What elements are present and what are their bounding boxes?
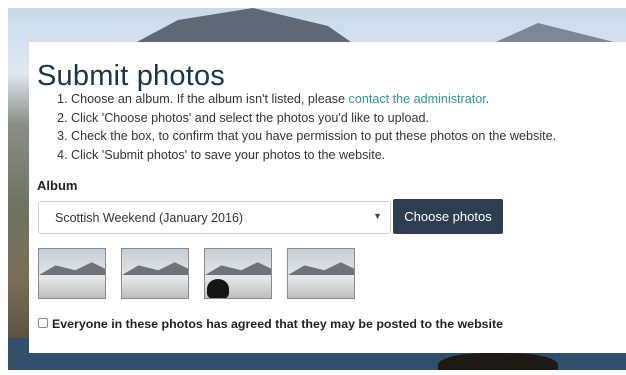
photo-thumbnail[interactable] <box>204 248 272 299</box>
thumbnail-ridge <box>205 262 271 275</box>
photo-thumbnail[interactable] <box>38 248 106 299</box>
instruction-step: Check the box, to confirm that you have … <box>71 127 626 146</box>
rock-shape <box>438 353 558 370</box>
consent-checkbox[interactable] <box>38 318 48 328</box>
thumbnail-dog <box>207 279 229 298</box>
submit-photos-card: Submit photos Choose an album. If the al… <box>29 42 626 353</box>
contact-admin-link[interactable]: contact the administrator <box>349 92 486 106</box>
caret-down-icon: ▼ <box>373 211 382 221</box>
thumbnail-ridge <box>39 262 105 275</box>
photo-thumbnail[interactable] <box>287 248 355 299</box>
step-text: Click 'Choose photos' and select the pho… <box>71 110 429 125</box>
thumbnail-ridge <box>122 262 188 275</box>
album-select[interactable]: Scottish Weekend (January 2016) ▼ <box>38 201 391 234</box>
thumbnail-ridge <box>288 262 354 275</box>
page-title: Submit photos <box>37 60 225 92</box>
album-selected-value: Scottish Weekend (January 2016) <box>55 211 244 225</box>
step-text-end: . <box>485 92 490 106</box>
consent-label[interactable]: Everyone in these photos has agreed that… <box>52 317 503 331</box>
step-text: Click 'Submit photos' to save your photo… <box>71 147 386 162</box>
instructions-list: Choose an album. If the album isn't list… <box>37 90 626 164</box>
album-label: Album <box>37 178 78 193</box>
photo-thumbnail[interactable] <box>121 248 189 299</box>
instruction-step: Click 'Submit photos' to save your photo… <box>71 146 626 165</box>
instruction-step: Click 'Choose photos' and select the pho… <box>71 109 626 128</box>
step-text: Choose an album. If the album isn't list… <box>71 92 349 106</box>
step-text: Check the box, to confirm that you have … <box>71 129 557 143</box>
instruction-step: Choose an album. If the album isn't list… <box>71 90 626 109</box>
choose-photos-button[interactable]: Choose photos <box>393 199 503 234</box>
